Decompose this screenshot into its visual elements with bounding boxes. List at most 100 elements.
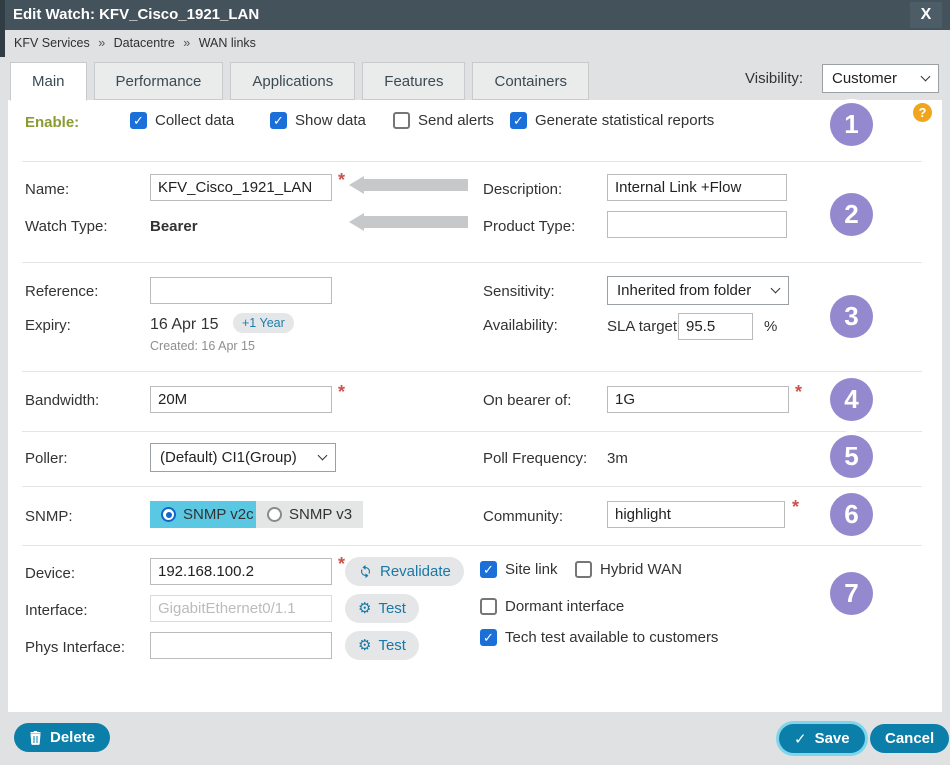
tab-features[interactable]: Features — [362, 62, 465, 100]
help-icon[interactable]: ? — [913, 103, 932, 122]
section-divider — [22, 545, 922, 546]
visibility-select[interactable]: Customer — [822, 64, 939, 93]
expiry-label: Expiry: — [25, 317, 71, 334]
expiry-value: 16 Apr 15 — [150, 316, 219, 334]
send-alerts-checkbox[interactable]: ✓ Send alerts — [393, 112, 494, 129]
breadcrumb-separator: » — [98, 36, 105, 50]
edit-watch-dialog: Edit Watch: KFV_Cisco_1921_LAN X KFV Ser… — [0, 0, 950, 765]
checkbox-icon: ✓ — [480, 598, 497, 615]
checkbox-icon: ✓ — [575, 561, 592, 578]
reference-input[interactable] — [150, 277, 332, 304]
dialog-edge-accent — [0, 0, 5, 57]
sla-target-input[interactable] — [678, 313, 753, 340]
hybrid-wan-checkbox[interactable]: ✓ Hybrid WAN — [575, 561, 682, 578]
gear-icon: ⚙ — [358, 638, 371, 653]
revalidate-button[interactable]: Revalidate — [345, 557, 464, 586]
snmp-label: SNMP: — [25, 508, 73, 525]
checkbox-icon: ✓ — [480, 561, 497, 578]
phys-test-button[interactable]: ⚙ Test — [345, 631, 419, 660]
tab-containers[interactable]: Containers — [472, 62, 589, 100]
statistical-reports-checkbox[interactable]: ✓ Generate statistical reports — [510, 112, 714, 129]
section-divider — [22, 262, 922, 263]
checkbox-icon: ✓ — [130, 112, 147, 129]
dormant-interface-checkbox[interactable]: ✓ Dormant interface — [480, 598, 624, 615]
close-button[interactable]: X — [910, 2, 942, 28]
step-badge-2: 2 — [830, 193, 873, 236]
poll-frequency-label: Poll Frequency: — [483, 450, 587, 467]
dialog-footer: Delete ✓ Save Cancel — [0, 712, 950, 765]
left-arrow-icon — [349, 176, 468, 194]
step-badge-6: 6 — [830, 493, 873, 536]
interface-input[interactable] — [150, 595, 332, 622]
chevron-down-icon — [771, 284, 781, 294]
left-arrow-icon — [349, 213, 468, 231]
device-label: Device: — [25, 565, 75, 582]
checkbox-icon: ✓ — [270, 112, 287, 129]
poller-select[interactable]: (Default) CI1(Group) — [150, 443, 336, 472]
step-badge-5: 5 — [830, 435, 873, 478]
snmp-v2c-radio[interactable]: SNMP v2c — [150, 501, 265, 528]
description-input[interactable] — [607, 174, 787, 201]
add-year-badge[interactable]: +1 Year — [233, 313, 294, 333]
bandwidth-label: Bandwidth: — [25, 392, 99, 409]
gear-icon: ⚙ — [358, 601, 371, 616]
community-input[interactable] — [607, 501, 785, 528]
required-marker: * — [792, 497, 799, 518]
sensitivity-label: Sensitivity: — [483, 283, 555, 300]
availability-label: Availability: — [483, 317, 558, 334]
dialog-titlebar: Edit Watch: KFV_Cisco_1921_LAN — [0, 0, 950, 30]
check-icon: ✓ — [794, 730, 807, 748]
delete-button[interactable]: Delete — [14, 723, 110, 752]
main-tab-panel — [8, 100, 942, 712]
product-type-input[interactable] — [607, 211, 787, 238]
breadcrumb-item[interactable]: WAN links — [199, 36, 256, 50]
created-note: Created: 16 Apr 15 — [150, 339, 255, 353]
site-link-checkbox[interactable]: ✓ Site link — [480, 561, 558, 578]
radio-icon — [161, 507, 176, 522]
chevron-down-icon — [921, 72, 931, 82]
step-badge-7: 7 — [830, 572, 873, 615]
trash-icon — [29, 731, 42, 745]
phys-interface-input[interactable] — [150, 632, 332, 659]
checkbox-icon: ✓ — [480, 629, 497, 646]
step-badge-1: 1 — [830, 103, 873, 146]
tab-applications[interactable]: Applications — [230, 62, 355, 100]
cancel-button[interactable]: Cancel — [870, 724, 949, 753]
save-button[interactable]: ✓ Save — [779, 724, 865, 753]
watch-type-label: Watch Type: — [25, 218, 108, 235]
interface-label: Interface: — [25, 602, 88, 619]
step-badge-4: 4 — [830, 378, 873, 421]
tab-performance[interactable]: Performance — [94, 62, 224, 100]
on-bearer-label: On bearer of: — [483, 392, 571, 409]
device-input[interactable] — [150, 558, 332, 585]
on-bearer-input[interactable] — [607, 386, 789, 413]
section-divider — [22, 486, 922, 487]
required-marker: * — [795, 382, 802, 403]
reference-label: Reference: — [25, 283, 98, 300]
breadcrumb-item[interactable]: Datacentre — [114, 36, 175, 50]
community-label: Community: — [483, 508, 563, 525]
phys-interface-label: Phys Interface: — [25, 639, 125, 656]
show-data-checkbox[interactable]: ✓ Show data — [270, 112, 366, 129]
required-marker: * — [338, 554, 345, 575]
radio-icon — [267, 507, 282, 522]
visibility-label: Visibility: — [745, 70, 803, 87]
watch-type-value: Bearer — [150, 218, 198, 235]
chevron-down-icon — [318, 451, 328, 461]
tech-test-checkbox[interactable]: ✓ Tech test available to customers — [480, 629, 718, 646]
bandwidth-input[interactable] — [150, 386, 332, 413]
dialog-title: Edit Watch: KFV_Cisco_1921_LAN — [13, 6, 259, 23]
product-type-label: Product Type: — [483, 218, 575, 235]
sla-unit: % — [764, 318, 777, 335]
interface-test-button[interactable]: ⚙ Test — [345, 594, 419, 623]
collect-data-checkbox[interactable]: ✓ Collect data — [130, 112, 234, 129]
snmp-v3-radio[interactable]: SNMP v3 — [256, 501, 363, 528]
breadcrumb-item[interactable]: KFV Services — [14, 36, 90, 50]
name-input[interactable] — [150, 174, 332, 201]
poller-label: Poller: — [25, 450, 68, 467]
step-badge-3: 3 — [830, 295, 873, 338]
sensitivity-select[interactable]: Inherited from folder — [607, 276, 789, 305]
breadcrumb: KFV Services » Datacentre » WAN links — [14, 36, 256, 50]
tab-main[interactable]: Main — [10, 62, 87, 101]
checkbox-icon: ✓ — [510, 112, 527, 129]
